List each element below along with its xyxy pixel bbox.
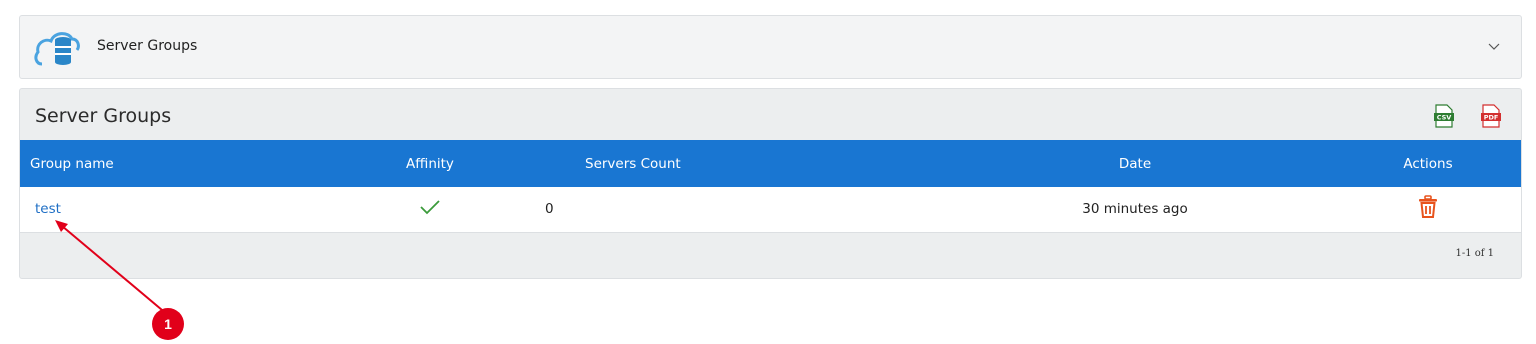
table-row: test 0 30 minutes ago (20, 187, 1521, 232)
svg-text:PDF: PDF (1484, 114, 1499, 122)
server-groups-header-card[interactable]: Server Groups (19, 15, 1522, 79)
table-header-row: Group name Affinity Servers Count Date A… (20, 140, 1521, 187)
pagination-info: 1-1 of 1 (1455, 248, 1494, 259)
date-cell: 30 minutes ago (1082, 201, 1188, 218)
server-groups-table: Group name Affinity Servers Count Date A… (20, 140, 1521, 233)
servers-count-cell: 0 (545, 201, 554, 218)
column-header-date[interactable]: Date (935, 140, 1335, 187)
checkmark-icon (420, 200, 440, 215)
pdf-export-icon[interactable]: PDF (1480, 104, 1502, 128)
header-title: Server Groups (97, 38, 198, 54)
column-header-actions: Actions (1403, 155, 1453, 172)
column-header-group-name[interactable]: Group name (20, 140, 365, 187)
csv-export-icon[interactable]: CSV (1433, 104, 1455, 128)
server-groups-panel: Server Groups CSV PDF Group name Affinit… (19, 88, 1522, 279)
column-header-servers-count[interactable]: Servers Count (495, 140, 935, 187)
panel-title: Server Groups (35, 105, 172, 127)
annotation-badge: 1 (152, 308, 184, 340)
group-name-link[interactable]: test (35, 201, 61, 217)
actions-cell (1335, 187, 1521, 232)
affinity-cell (365, 187, 495, 232)
server-database-cloud-icon (34, 32, 80, 66)
column-header-affinity[interactable]: Affinity (365, 140, 495, 187)
svg-text:CSV: CSV (1437, 114, 1452, 122)
chevron-down-icon[interactable] (1487, 39, 1501, 53)
trash-icon[interactable] (1417, 195, 1439, 219)
group-name-cell: test (20, 187, 365, 232)
